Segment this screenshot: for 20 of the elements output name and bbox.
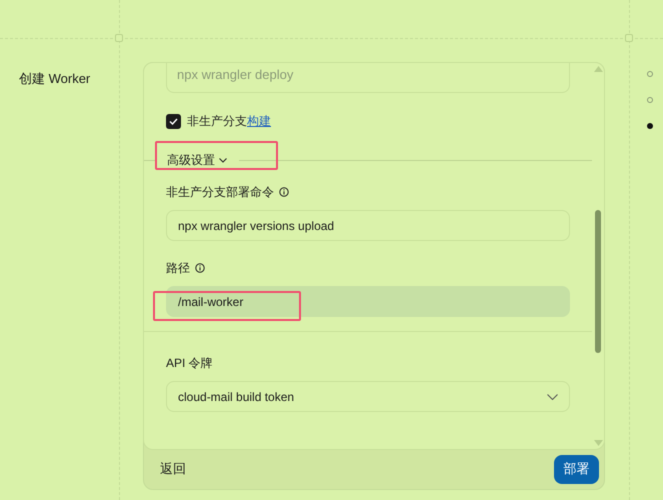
text-field[interactable]: npx wrangler versions upload [166, 210, 570, 241]
scroll-thumb[interactable] [595, 210, 601, 353]
build-link[interactable]: 构建 [247, 112, 271, 130]
checkbox-label: 非生产分支 [187, 113, 247, 130]
back-link[interactable]: 返回 [160, 459, 186, 479]
checkbox[interactable] [166, 114, 181, 128]
advanced-settings-toggle[interactable]: 高级设置 [155, 151, 239, 169]
deploy-command-field[interactable]: npx wrangler deploy [166, 63, 570, 93]
check-icon [169, 118, 178, 124]
info-icon[interactable] [279, 187, 289, 197]
scroll-up-icon[interactable] [594, 66, 603, 72]
chevron-icon [547, 394, 558, 400]
field-label: 非生产分支部署命令 [166, 184, 274, 201]
chevron-icon [219, 158, 227, 162]
page-title: 创建 Worker [19, 71, 90, 86]
token-select[interactable]: cloud-mail build token [166, 381, 570, 412]
deploy-button[interactable]: 部署 [554, 454, 599, 484]
field-label: API 令牌 [166, 355, 213, 372]
field-label: 路径 [166, 260, 190, 277]
scroll-down-icon[interactable] [594, 440, 603, 446]
